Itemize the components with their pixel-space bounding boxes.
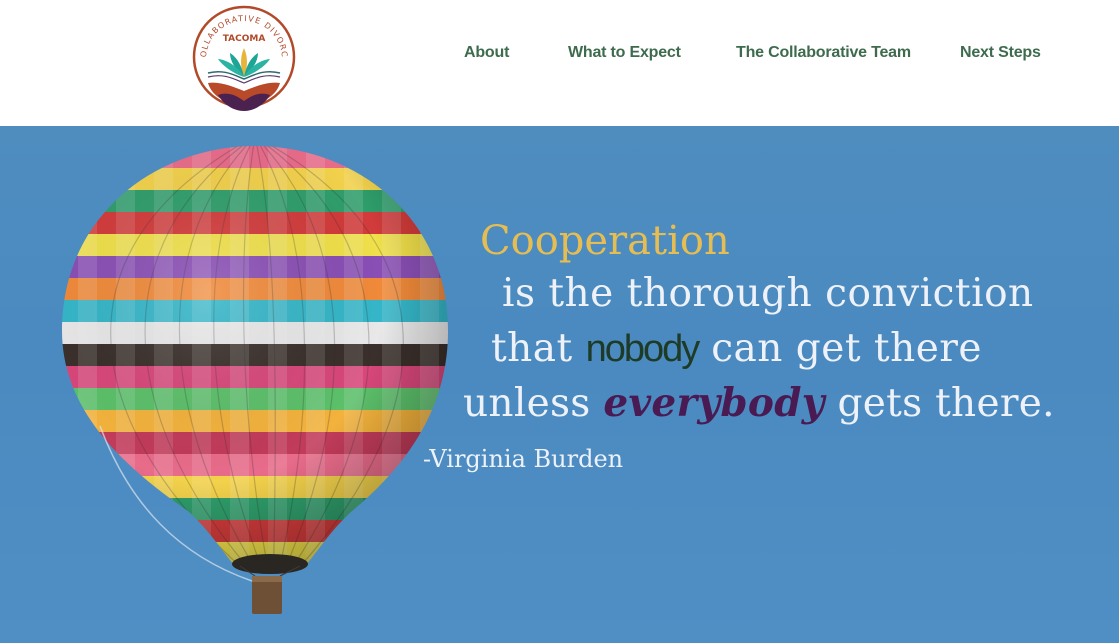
nav-what-to-expect[interactable]: What to Expect (568, 44, 681, 62)
quote-word-everybody: everybody (603, 380, 825, 426)
quote-line-3-start: that (491, 326, 586, 371)
quote-highlight-word: Cooperation (480, 218, 730, 264)
quote-word-nobody: nobody (585, 328, 701, 370)
quote-line-2: is the thorough conviction (502, 271, 1034, 316)
quote-attribution: -Virginia Burden (423, 445, 624, 473)
logo-city-text: TACOMA (223, 34, 266, 44)
main-nav: About What to Expect The Collaborative T… (0, 44, 1119, 68)
nav-next-steps[interactable]: Next Steps (960, 44, 1041, 62)
quote-block: Cooperation is the thorough conviction t… (0, 126, 1119, 643)
quote-line-4-end: gets there. (824, 381, 1055, 426)
quote-line-3-end: can get there (698, 326, 983, 371)
quote-line-3: that nobody can get there (491, 326, 982, 371)
nav-collaborative-team[interactable]: The Collaborative Team (736, 44, 911, 62)
site-header: COLLABORATIVE DIVORCE TACOMA About What … (0, 0, 1119, 126)
quote-line-4-start: unless (463, 381, 604, 426)
quote-line-4: unless everybody gets there. (463, 380, 1055, 426)
hero-banner: Cooperation is the thorough conviction t… (0, 126, 1119, 643)
nav-about[interactable]: About (464, 44, 509, 62)
